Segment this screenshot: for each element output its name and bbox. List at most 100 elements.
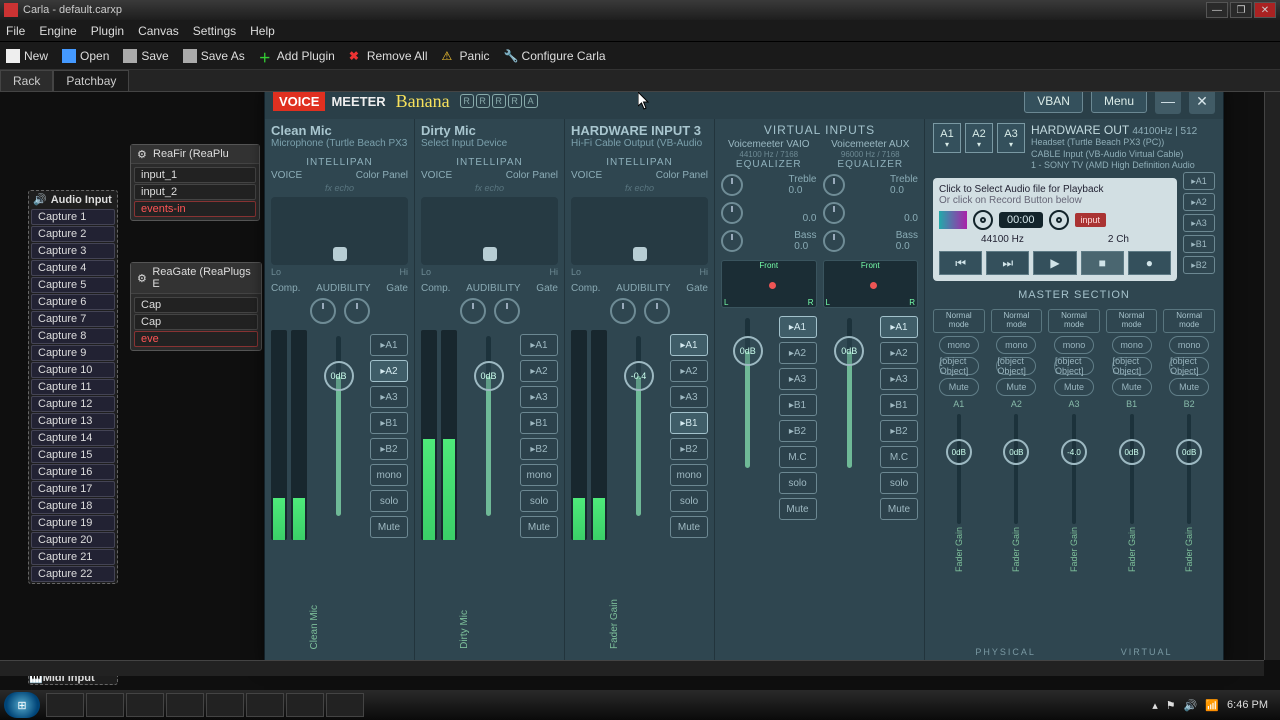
mute-button[interactable]: Mute <box>779 498 817 520</box>
solo-button[interactable]: solo <box>370 490 408 512</box>
vm-close-button[interactable]: ✕ <box>1189 92 1215 114</box>
route-a1[interactable]: ▸A1 <box>670 334 708 356</box>
eq-button[interactable]: [object Object] <box>996 357 1036 375</box>
route-a2[interactable]: ▸A2 <box>520 360 558 382</box>
fader-head[interactable]: -0.4 <box>624 361 654 391</box>
capture-port[interactable]: Capture 3 <box>31 243 115 259</box>
minimize-button[interactable]: — <box>1206 2 1228 18</box>
menu-plugin[interactable]: Plugin <box>91 24 124 38</box>
port-eve[interactable]: eve <box>134 331 258 347</box>
bass-knob[interactable] <box>823 230 845 252</box>
bus-fader[interactable]: 0dB <box>1187 414 1191 524</box>
fader-head[interactable]: 0dB <box>733 336 763 366</box>
taskbar-item[interactable] <box>246 693 284 717</box>
comp-knob[interactable] <box>310 298 336 324</box>
fader-track[interactable]: 0dB <box>847 318 852 468</box>
taskbar-item[interactable] <box>206 693 244 717</box>
comp-knob[interactable] <box>460 298 486 324</box>
capture-port[interactable]: Capture 17 <box>31 481 115 497</box>
bus-fader-head[interactable]: -4.0 <box>1061 439 1087 465</box>
stop-button[interactable]: ■ <box>1081 251 1124 275</box>
mute-button[interactable]: Mute <box>939 378 979 396</box>
route-a2[interactable]: ▸A2 <box>370 360 408 382</box>
add-plugin-button[interactable]: ＋Add Plugin <box>259 49 335 63</box>
mono-button[interactable]: mono <box>1112 336 1152 354</box>
pan-knob[interactable] <box>633 247 647 261</box>
mono-button[interactable]: mono <box>1169 336 1209 354</box>
strip-device[interactable]: Hi-Fi Cable Output (VB-Audio <box>571 138 708 149</box>
solo-button[interactable]: solo <box>670 490 708 512</box>
port-events-in[interactable]: events-in <box>134 201 256 217</box>
position-dot[interactable] <box>870 282 877 289</box>
taskbar-item[interactable] <box>166 693 204 717</box>
menu-engine[interactable]: Engine <box>39 24 76 38</box>
new-button[interactable]: New <box>6 49 48 63</box>
route-b2[interactable]: ▸B2 <box>880 420 918 442</box>
vm-minimize-button[interactable]: — <box>1155 92 1181 114</box>
gate-knob[interactable] <box>344 298 370 324</box>
route-a3[interactable]: ▸A3 <box>670 386 708 408</box>
capture-port[interactable]: Capture 19 <box>31 515 115 531</box>
capture-port[interactable]: Capture 6 <box>31 294 115 310</box>
position-pad[interactable]: Front L R <box>721 260 817 308</box>
route-b2[interactable]: ▸B2 <box>520 438 558 460</box>
mute-button[interactable]: Mute <box>880 498 918 520</box>
route-a3[interactable]: ▸A3 <box>520 386 558 408</box>
route-a1[interactable]: ▸A1 <box>779 316 817 338</box>
bus-mode[interactable]: Normal mode <box>1106 309 1158 333</box>
solo-button[interactable]: solo <box>779 472 817 494</box>
menu-settings[interactable]: Settings <box>193 24 236 38</box>
treble-knob[interactable] <box>823 174 845 196</box>
plugin-reagate[interactable]: ⚙ReaGate (ReaPlugs E Cap Cap eve <box>130 262 262 351</box>
player-route-a2[interactable]: ▸A2 <box>1183 193 1215 211</box>
bus-fader-head[interactable]: 0dB <box>946 439 972 465</box>
strip-title[interactable]: Clean Mic <box>271 123 408 138</box>
route-a3[interactable]: ▸A3 <box>779 368 817 390</box>
capture-port[interactable]: Capture 16 <box>31 464 115 480</box>
a-button[interactable]: A <box>524 94 538 108</box>
bus-fader[interactable]: -4.0 <box>1072 414 1076 524</box>
record-button[interactable]: ● <box>1128 251 1171 275</box>
mono-button[interactable]: mono <box>520 464 558 486</box>
r-button[interactable]: R <box>508 94 522 108</box>
bus-fader-head[interactable]: 0dB <box>1003 439 1029 465</box>
capture-port[interactable]: Capture 9 <box>31 345 115 361</box>
bass-knob[interactable] <box>721 230 743 252</box>
capture-port[interactable]: Capture 5 <box>31 277 115 293</box>
player-route-b2[interactable]: ▸B2 <box>1183 256 1215 274</box>
mid-knob[interactable] <box>823 202 845 224</box>
pan-knob[interactable] <box>333 247 347 261</box>
fader-track[interactable]: 0dB <box>336 336 341 516</box>
solo-button[interactable]: solo <box>520 490 558 512</box>
strip-title[interactable]: HARDWARE INPUT 3 <box>571 123 708 138</box>
bus-fader[interactable]: 0dB <box>1014 414 1018 524</box>
route-a1[interactable]: ▸A1 <box>880 316 918 338</box>
mc-button[interactable]: M.C <box>880 446 918 468</box>
route-b2[interactable]: ▸B2 <box>370 438 408 460</box>
hardware-out-list[interactable]: Headset (Turtle Beach PX3 (PC))CABLE Inp… <box>1031 137 1215 172</box>
capture-port[interactable]: Capture 11 <box>31 379 115 395</box>
capture-port[interactable]: Capture 8 <box>31 328 115 344</box>
bus-fader-head[interactable]: 0dB <box>1119 439 1145 465</box>
route-a3[interactable]: ▸A3 <box>880 368 918 390</box>
r-button[interactable]: R <box>460 94 474 108</box>
target-icon-left[interactable] <box>973 210 993 230</box>
mute-button[interactable]: Mute <box>520 516 558 538</box>
route-a2[interactable]: ▸A2 <box>880 342 918 364</box>
color-panel-button[interactable]: Color Panel <box>356 170 408 181</box>
capture-port[interactable]: Capture 18 <box>31 498 115 514</box>
eq-button[interactable]: [object Object] <box>1054 357 1094 375</box>
fader-head[interactable]: 0dB <box>474 361 504 391</box>
plugin-reafir[interactable]: ⚙ReaFir (ReaPlu input_1 input_2 events-i… <box>130 144 260 221</box>
route-a1[interactable]: ▸A1 <box>370 334 408 356</box>
vm-menu-button[interactable]: Menu <box>1091 92 1147 113</box>
capture-port[interactable]: Capture 22 <box>31 566 115 582</box>
eq-button[interactable]: [object Object] <box>939 357 979 375</box>
bus-mode[interactable]: Normal mode <box>1163 309 1215 333</box>
eq-button[interactable]: [object Object] <box>1169 357 1209 375</box>
capture-port[interactable]: Capture 1 <box>31 209 115 225</box>
solo-button[interactable]: solo <box>880 472 918 494</box>
strip-title[interactable]: Dirty Mic <box>421 123 558 138</box>
saveas-button[interactable]: Save As <box>183 49 245 63</box>
remove-all-button[interactable]: ✖Remove All <box>349 49 428 63</box>
